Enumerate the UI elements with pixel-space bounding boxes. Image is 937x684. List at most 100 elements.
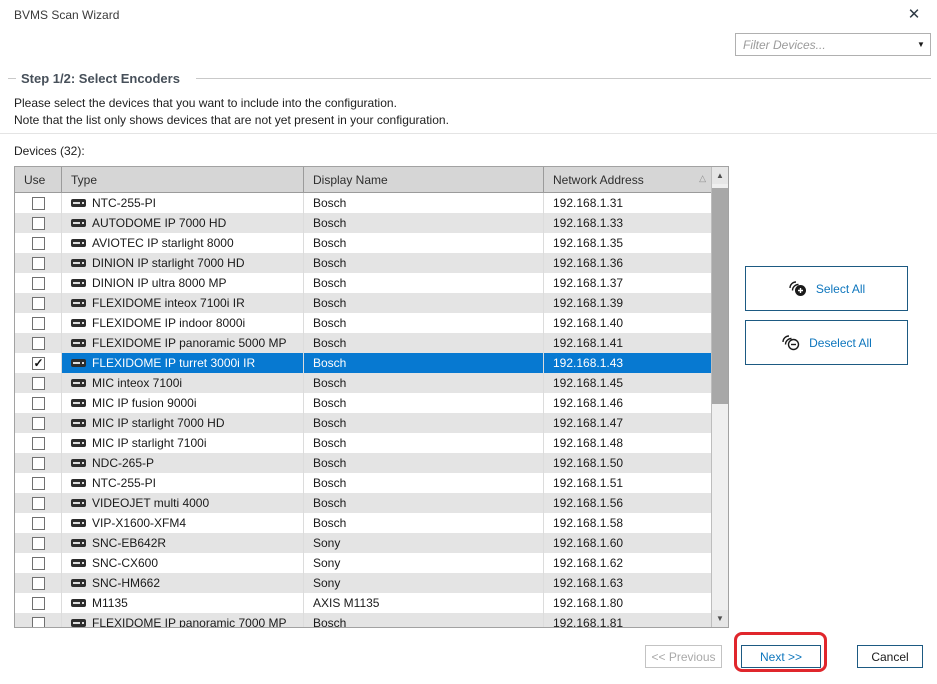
deselect-all-button[interactable]: Deselect All [745,320,908,365]
type-cell[interactable]: FLEXIDOME IP panoramic 7000 MP [62,613,304,627]
table-row[interactable]: MIC IP fusion 9000iBosch192.168.1.46 [15,393,711,413]
display-name-cell[interactable]: AXIS M1135 [304,593,544,613]
table-row[interactable]: FLEXIDOME inteox 7100i IRBosch192.168.1.… [15,293,711,313]
column-header-use[interactable]: Use [15,167,62,192]
display-name-cell[interactable]: Bosch [304,333,544,353]
table-row[interactable]: FLEXIDOME IP panoramic 7000 MPBosch192.1… [15,613,711,627]
table-row[interactable]: FLEXIDOME IP turret 3000i IRBosch192.168… [15,353,711,373]
display-name-cell[interactable]: Bosch [304,453,544,473]
column-header-type[interactable]: Type [62,167,304,192]
use-checkbox[interactable] [32,537,45,550]
table-row[interactable]: VIP-X1600-XFM4Bosch192.168.1.58 [15,513,711,533]
display-name-cell[interactable]: Bosch [304,413,544,433]
use-checkbox[interactable] [32,337,45,350]
type-cell[interactable]: FLEXIDOME IP panoramic 5000 MP [62,333,304,353]
display-name-cell[interactable]: Bosch [304,393,544,413]
use-checkbox[interactable] [32,317,45,330]
type-cell[interactable]: DINION IP ultra 8000 MP [62,273,304,293]
display-name-cell[interactable]: Bosch [304,473,544,493]
cancel-button[interactable]: Cancel [857,645,923,668]
display-name-cell[interactable]: Bosch [304,233,544,253]
close-icon[interactable]: ✕ [904,5,924,25]
network-address-cell[interactable]: 192.168.1.58 [544,513,711,533]
type-cell[interactable]: NTC-255-PI [62,473,304,493]
network-address-cell[interactable]: 192.168.1.62 [544,553,711,573]
table-row[interactable]: AVIOTEC IP starlight 8000Bosch192.168.1.… [15,233,711,253]
display-name-cell[interactable]: Bosch [304,273,544,293]
display-name-cell[interactable]: Bosch [304,433,544,453]
network-address-cell[interactable]: 192.168.1.56 [544,493,711,513]
use-checkbox[interactable] [32,197,45,210]
use-checkbox[interactable] [32,577,45,590]
vertical-scrollbar[interactable]: ▲ ▼ [711,167,728,627]
type-cell[interactable]: MIC IP starlight 7000 HD [62,413,304,433]
scroll-down-icon[interactable]: ▼ [712,610,728,627]
network-address-cell[interactable]: 192.168.1.31 [544,193,711,213]
use-checkbox[interactable] [32,377,45,390]
type-cell[interactable]: NDC-265-P [62,453,304,473]
display-name-cell[interactable]: Bosch [304,613,544,627]
table-row[interactable]: DINION IP ultra 8000 MPBosch192.168.1.37 [15,273,711,293]
network-address-cell[interactable]: 192.168.1.63 [544,573,711,593]
use-checkbox[interactable] [32,237,45,250]
network-address-cell[interactable]: 192.168.1.39 [544,293,711,313]
network-address-cell[interactable]: 192.168.1.48 [544,433,711,453]
use-checkbox[interactable] [32,557,45,570]
display-name-cell[interactable]: Bosch [304,513,544,533]
use-checkbox[interactable] [32,517,45,530]
type-cell[interactable]: M1135 [62,593,304,613]
sort-ascending-icon[interactable]: △ [699,174,706,183]
table-row[interactable]: DINION IP starlight 7000 HDBosch192.168.… [15,253,711,273]
type-cell[interactable]: FLEXIDOME IP indoor 8000i [62,313,304,333]
network-address-cell[interactable]: 192.168.1.60 [544,533,711,553]
display-name-cell[interactable]: Bosch [304,253,544,273]
display-name-cell[interactable]: Bosch [304,313,544,333]
filter-devices-dropdown[interactable]: Filter Devices... ▼ [735,33,931,56]
display-name-cell[interactable]: Sony [304,533,544,553]
network-address-cell[interactable]: 192.168.1.35 [544,233,711,253]
network-address-cell[interactable]: 192.168.1.33 [544,213,711,233]
type-cell[interactable]: FLEXIDOME inteox 7100i IR [62,293,304,313]
network-address-cell[interactable]: 192.168.1.47 [544,413,711,433]
display-name-cell[interactable]: Bosch [304,213,544,233]
use-checkbox[interactable] [32,277,45,290]
use-checkbox[interactable] [32,297,45,310]
table-row[interactable]: SNC-CX600Sony192.168.1.62 [15,553,711,573]
type-cell[interactable]: AUTODOME IP 7000 HD [62,213,304,233]
scrollbar-thumb[interactable] [712,188,728,404]
network-address-cell[interactable]: 192.168.1.40 [544,313,711,333]
network-address-cell[interactable]: 192.168.1.50 [544,453,711,473]
column-header-display-name[interactable]: Display Name [304,167,544,192]
type-cell[interactable]: SNC-CX600 [62,553,304,573]
use-checkbox[interactable] [32,597,45,610]
type-cell[interactable]: MIC IP fusion 9000i [62,393,304,413]
type-cell[interactable]: AVIOTEC IP starlight 8000 [62,233,304,253]
use-checkbox[interactable] [32,357,45,370]
network-address-cell[interactable]: 192.168.1.51 [544,473,711,493]
type-cell[interactable]: FLEXIDOME IP turret 3000i IR [62,353,304,373]
table-row[interactable]: SNC-EB642RSony192.168.1.60 [15,533,711,553]
type-cell[interactable]: MIC inteox 7100i [62,373,304,393]
network-address-cell[interactable]: 192.168.1.45 [544,373,711,393]
table-row[interactable]: NDC-265-PBosch192.168.1.50 [15,453,711,473]
use-checkbox[interactable] [32,497,45,510]
scroll-up-icon[interactable]: ▲ [712,167,728,184]
display-name-cell[interactable]: Bosch [304,193,544,213]
display-name-cell[interactable]: Sony [304,553,544,573]
select-all-button[interactable]: Select All [745,266,908,311]
type-cell[interactable]: VIDEOJET multi 4000 [62,493,304,513]
network-address-cell[interactable]: 192.168.1.43 [544,353,711,373]
use-checkbox[interactable] [32,617,45,628]
table-row[interactable]: NTC-255-PIBosch192.168.1.31 [15,193,711,213]
type-cell[interactable]: SNC-HM662 [62,573,304,593]
table-row[interactable]: SNC-HM662Sony192.168.1.63 [15,573,711,593]
type-cell[interactable]: SNC-EB642R [62,533,304,553]
network-address-cell[interactable]: 192.168.1.46 [544,393,711,413]
use-checkbox[interactable] [32,417,45,430]
use-checkbox[interactable] [32,397,45,410]
next-button[interactable]: Next >> [741,645,821,668]
use-checkbox[interactable] [32,457,45,470]
table-row[interactable]: M1135AXIS M1135192.168.1.80 [15,593,711,613]
table-row[interactable]: FLEXIDOME IP indoor 8000iBosch192.168.1.… [15,313,711,333]
table-row[interactable]: VIDEOJET multi 4000Bosch192.168.1.56 [15,493,711,513]
